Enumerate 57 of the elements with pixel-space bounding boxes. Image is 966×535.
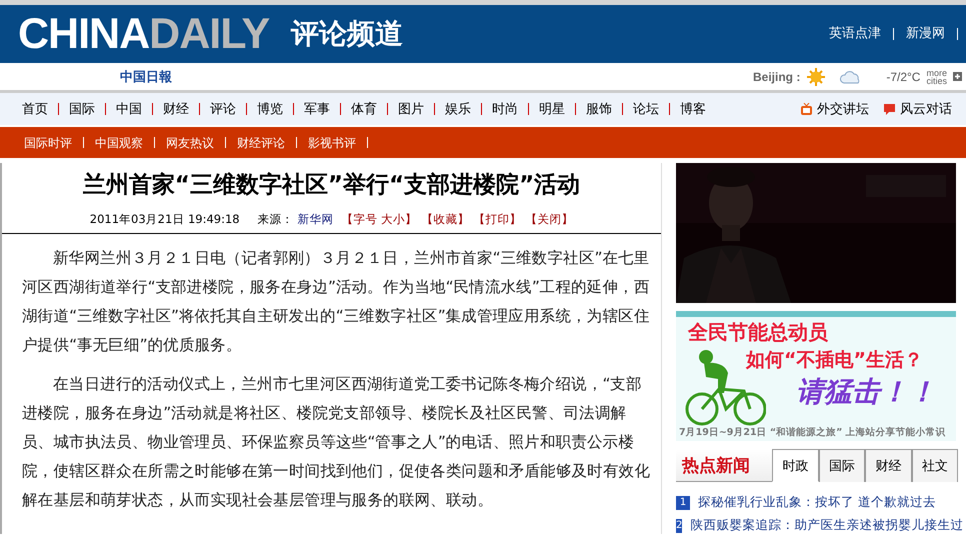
source-link[interactable]: 新华网	[298, 212, 334, 227]
news-tab[interactable]: 财经	[865, 449, 912, 482]
sub-nav-link[interactable]: 网友热议	[155, 136, 225, 148]
nav-link[interactable]: 博客	[670, 102, 716, 116]
sub-nav-link[interactable]: 财经评论	[226, 136, 296, 148]
banner-headline: 全民节能总动员	[688, 319, 828, 346]
nav-link[interactable]: 论坛	[623, 102, 669, 116]
nav-link[interactable]: 国际	[59, 102, 105, 116]
header-link[interactable]: 新漫网	[894, 28, 958, 40]
nav-link[interactable]: 明星	[529, 102, 575, 116]
sun-icon	[806, 66, 826, 86]
news-link[interactable]: 陕西贩婴案追踪：助产医生亲述被拐婴儿接生过	[690, 517, 964, 534]
nav-link[interactable]: 博览	[247, 102, 293, 116]
publish-date: 2011年03月21日 19:49:18	[90, 212, 240, 227]
rank-badge: 2	[676, 518, 682, 532]
ad-banner[interactable]: 全民节能总动员 如何“不插电”生活？ 请猛击！！ 7月19日~9月21日 “和谐能源之旅” 上海站分享节能小常识	[676, 311, 956, 441]
brand-logo: 中国日報	[120, 68, 172, 86]
nav-link[interactable]: 评论	[200, 102, 246, 116]
article-tool-link[interactable]: 【字号 大小】	[342, 212, 418, 227]
banner-caption: 7月19日~9月21日 “和谐能源之旅” 上海站分享节能小常识	[679, 426, 946, 439]
speech-bubble-icon	[883, 102, 896, 116]
more-cities-link[interactable]: more cities	[926, 68, 947, 84]
nav-link[interactable]: 娱乐	[435, 102, 481, 116]
nav-link[interactable]: 财经	[153, 102, 199, 116]
nav-link[interactable]: 军事	[294, 102, 340, 116]
news-tab[interactable]: 国际	[818, 449, 865, 482]
weather-city: Beijing :	[752, 70, 800, 84]
nav-link[interactable]: 图片	[388, 102, 434, 116]
nav-link[interactable]: 服饰	[576, 102, 622, 116]
nav-link[interactable]: 首页	[12, 102, 58, 116]
news-link[interactable]: 探秘催乳行业乱象：按坏了 道个歉就过去	[698, 494, 936, 511]
plus-icon[interactable]	[953, 72, 962, 81]
article-paragraph: 在当日进行的活动仪式上，兰州市七里河区西湖街道党工委书记陈冬梅介绍说，“支部进楼院，服务在身边”活动就是将社区、楼院党支部领导、楼院长及社区民警、司法调解员、城市执法员、物业管理员、环保监察员等这些“管事之人”的电话、照片和职责公示楼院，使辖区群众在所需之时能够在第一时间找到他们，促使各类问题和矛盾能够及时有效化解在基层和萌芽状态，从而实现社会基层管理与服务的联网、联动。	[22, 374, 652, 511]
tv-icon	[800, 102, 813, 116]
news-tab[interactable]: 社文	[912, 449, 958, 482]
channel-title: 评论频道	[291, 16, 404, 52]
article-title: 兰州首家“三维数字社区”举行“支部进楼院”活动	[82, 171, 582, 200]
site-logo[interactable]: CHINADAILY	[18, 12, 270, 56]
temperature: -7/2°C	[886, 70, 920, 84]
sub-nav-link[interactable]: 国际时评	[13, 136, 83, 148]
nav-link[interactable]: 外交讲坛	[800, 100, 869, 118]
sub-nav-link[interactable]: 影视书评	[297, 136, 367, 148]
rank-badge: 1	[676, 496, 690, 510]
article-tool-link[interactable]: 【打印】	[473, 212, 522, 227]
sub-nav-link[interactable]: 中国观察	[84, 136, 154, 148]
banner-call-to-action: 请猛击！！	[796, 375, 936, 409]
nav-link[interactable]: 时尚	[482, 102, 528, 116]
nav-link[interactable]: 风云对话	[883, 100, 952, 118]
nav-link[interactable]: 中国	[106, 102, 152, 116]
banner-question: 如何“不插电”生活？	[746, 348, 923, 373]
article-tool-link[interactable]: 【收藏】	[421, 212, 470, 227]
header-link[interactable]: 英语点津	[817, 28, 894, 40]
article-paragraph: 新华网兰州３月２１日电（记者郭刚）３月２１日，兰州市首家“三维数字社区”在七里河区西湖街道举行“支部进楼院，服务在身边”活动。作为当地“民情流水线”工程的延伸，西湖街道“三维数字社区”将依托其自主研发出的“三维数字社区”集成管理应用系统，为辖区住户提供“事无巨细”的优质服务。	[22, 248, 651, 356]
nav-link[interactable]: 体育	[341, 102, 387, 116]
article-tool-link[interactable]: 【关闭】	[525, 212, 574, 227]
source-label: 来源：	[258, 212, 294, 227]
news-tab[interactable]: 时政	[772, 449, 818, 482]
